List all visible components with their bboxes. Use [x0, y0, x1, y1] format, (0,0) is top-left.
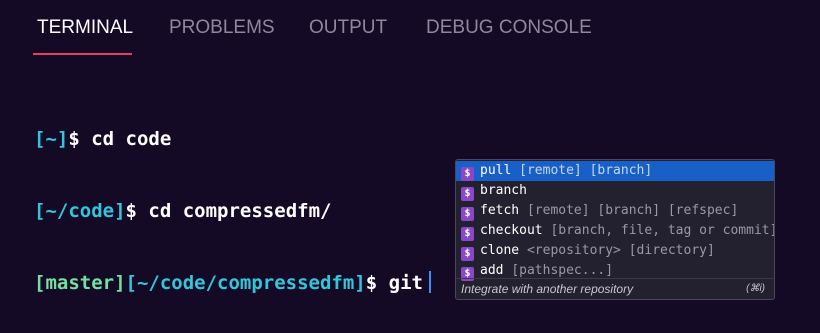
- dollar-sign-icon: $: [461, 227, 474, 241]
- dollar-sign-icon: $: [461, 187, 474, 201]
- details-shortcut-hint[interactable]: (⌘i): [746, 279, 765, 299]
- command-input[interactable]: git: [389, 272, 423, 294]
- suggestion-list: $ pull [remote] [branch] $ branch $ fetch […: [456, 160, 774, 281]
- suggestion-name: branch: [480, 183, 527, 198]
- dollar-sign-icon: $: [461, 207, 474, 221]
- suggestion-args: [branch, file, tag or commit]: [550, 223, 775, 238]
- terminal-output[interactable]: [~]$ cd code [~/code]$ cd compressedfm/ …: [34, 79, 431, 319]
- text-cursor: [428, 271, 431, 293]
- suggestion-item-checkout[interactable]: $ checkout [branch, file, tag or commit]: [456, 221, 774, 241]
- autocomplete-suggestions: $ pull [remote] [branch] $ branch $ fetch […: [455, 159, 775, 300]
- suggestion-name: pull: [480, 163, 512, 178]
- command-text: cd compressedfm/: [148, 200, 332, 222]
- tab-debug-console[interactable]: DEBUG CONSOLE: [426, 17, 592, 39]
- prompt-symbol: $: [68, 128, 80, 150]
- prompt-path: [~/code/compressedfm]: [125, 272, 366, 294]
- suggestion-details: Integrate with another repository (⌘i): [456, 278, 774, 299]
- tab-terminal[interactable]: TERMINAL: [37, 17, 133, 39]
- prompt-git-branch: [master]: [34, 272, 126, 294]
- suggestion-description: Integrate with another repository: [461, 282, 634, 296]
- prompt-path: [~]: [34, 128, 69, 150]
- tab-problems[interactable]: PROBLEMS: [169, 17, 275, 39]
- suggestion-name: fetch: [480, 203, 520, 218]
- suggestion-item-branch[interactable]: $ branch: [456, 181, 774, 201]
- suggestion-args: [pathspec...]: [511, 263, 614, 278]
- suggestion-args: <repository> [directory]: [526, 243, 715, 258]
- prompt-symbol: $: [125, 200, 137, 222]
- suggestion-item-fetch[interactable]: $ fetch [remote] [branch] [refspec]: [456, 201, 774, 221]
- prompt-symbol: $: [365, 272, 378, 294]
- terminal-line: [~]$ cd code: [34, 127, 431, 151]
- terminal-line: [~/code]$ cd compressedfm/: [34, 199, 431, 223]
- suggestion-item-pull[interactable]: $ pull [remote] [branch]: [456, 161, 774, 181]
- dollar-sign-icon: $: [461, 167, 474, 181]
- panel-tab-bar: TERMINAL PROBLEMS OUTPUT DEBUG CONSOLE: [0, 0, 820, 56]
- command-text: cd code: [91, 128, 172, 150]
- suggestion-name: add: [480, 263, 504, 278]
- tab-output[interactable]: OUTPUT: [309, 17, 387, 39]
- suggestion-name: clone: [480, 243, 520, 258]
- terminal-input-line[interactable]: [master][~/code/compressedfm]$ git: [34, 271, 431, 295]
- prompt-path: [~/code]: [34, 200, 126, 222]
- suggestion-args: [remote] [branch]: [519, 163, 653, 178]
- suggestion-item-clone[interactable]: $ clone <repository> [directory]: [456, 241, 774, 261]
- suggestion-name: checkout: [480, 223, 543, 238]
- dollar-sign-icon: $: [461, 247, 474, 261]
- suggestion-args: [remote] [branch] [refspec]: [526, 203, 739, 218]
- active-tab-indicator: [33, 53, 132, 55]
